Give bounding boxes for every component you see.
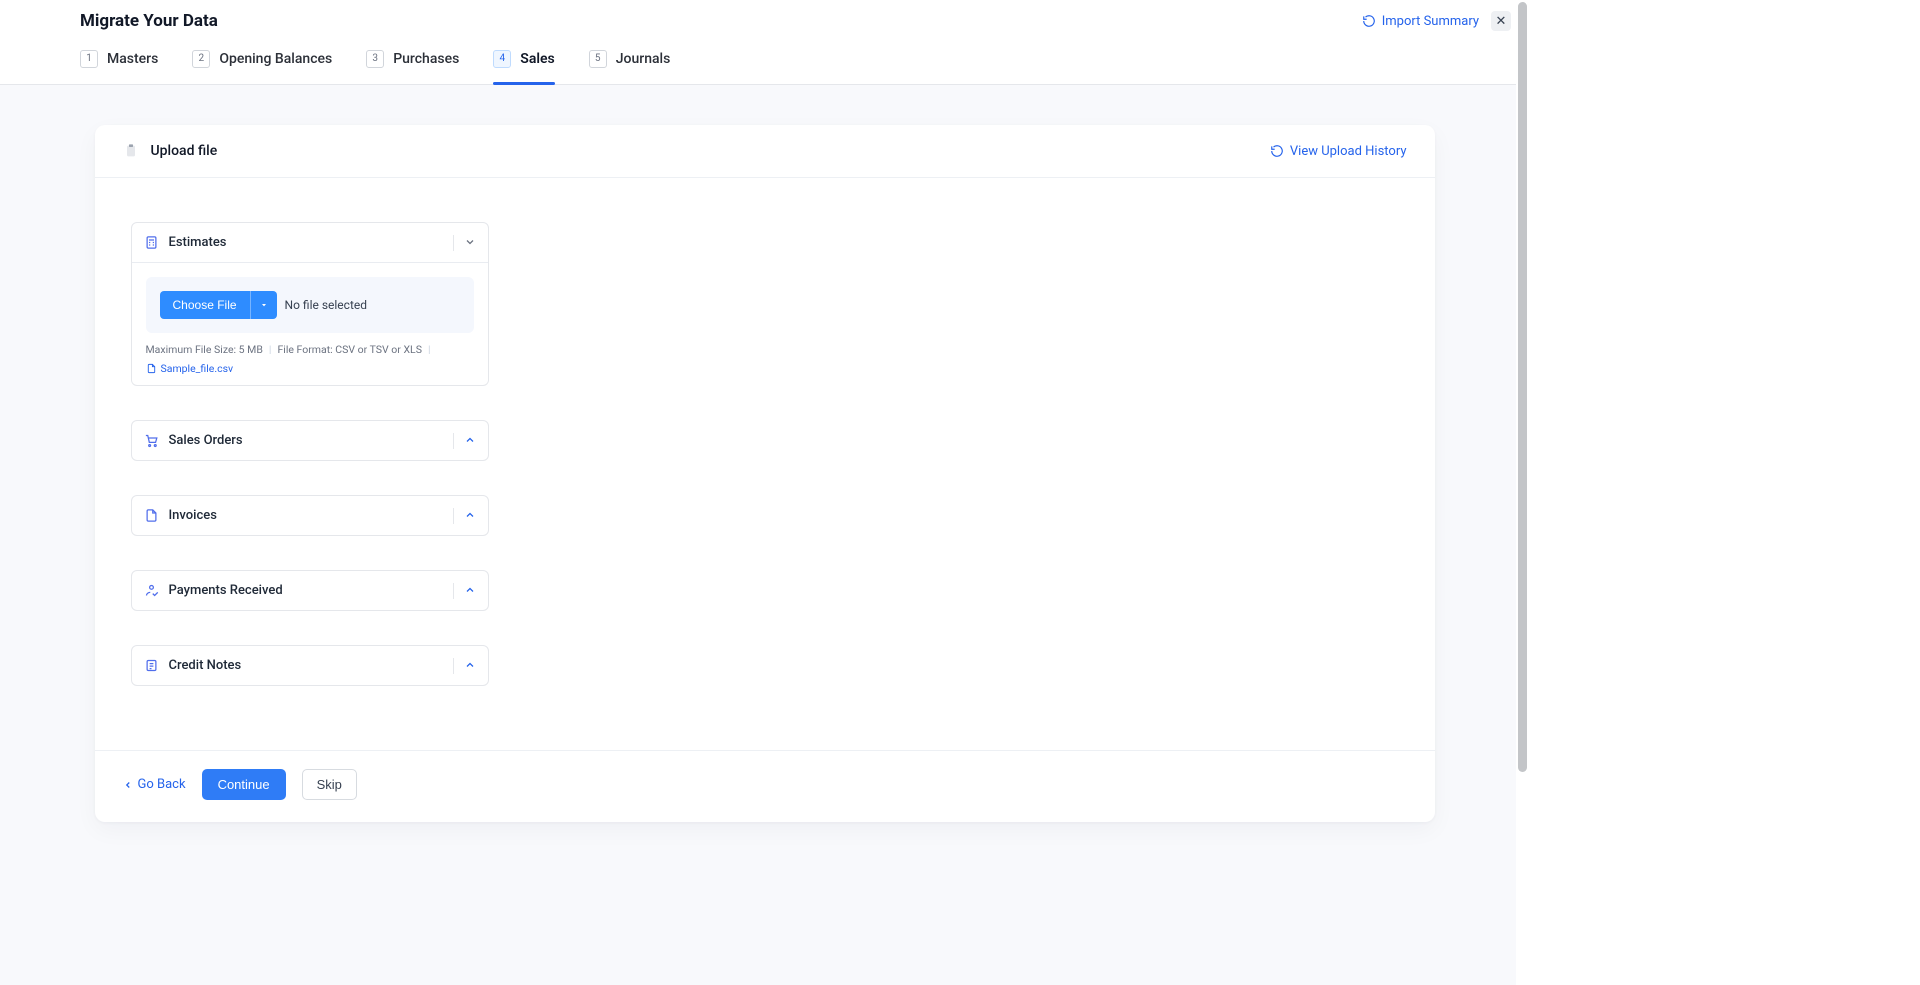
close-icon: ✕ [1496,14,1507,29]
hand-icon [144,583,159,598]
section-title: Sales Orders [169,433,443,448]
tab-number: 5 [589,50,607,68]
chevron-down-icon [464,233,476,252]
divider [453,433,454,449]
file-icon [144,508,159,523]
tab-number: 3 [366,50,384,68]
note-icon [144,658,159,673]
divider [453,508,454,524]
tab-number: 2 [192,50,210,68]
step-tabs: 1 Masters 2 Opening Balances 3 Purchases 4 Sale… [0,34,1529,85]
chevron-up-icon [464,431,476,450]
sample-file-link[interactable]: Sample_file.csv [146,362,234,375]
go-back-button[interactable]: Go Back [123,777,186,792]
tab-number: 1 [80,50,98,68]
section-title: Payments Received [169,583,443,598]
history-icon [1270,144,1284,158]
import-summary-link[interactable]: Import Summary [1358,12,1483,31]
tab-label: Purchases [393,51,459,67]
chevron-up-icon [464,656,476,675]
file-format-label: File Format: CSV or TSV or XLS [277,343,421,356]
tab-label: Sales [520,51,554,67]
skip-button[interactable]: Skip [302,769,357,800]
section-header[interactable]: Sales Orders [132,421,488,460]
vertical-scrollbar[interactable] [1516,0,1529,985]
max-file-size-label: Maximum File Size: 5 MB [146,343,263,356]
tab-purchases[interactable]: 3 Purchases [366,40,459,84]
divider [453,583,454,599]
section-title: Estimates [169,235,443,250]
divider [453,235,454,251]
section-estimates: Estimates Choose File No file selected Maxi… [131,222,489,386]
file-icon [146,363,157,374]
clipboard-icon [123,143,139,159]
divider: | [269,343,272,356]
view-upload-history-link[interactable]: View Upload History [1270,144,1407,159]
upload-title: Upload file [151,143,218,159]
section-invoices: Invoices [131,495,489,536]
tab-opening-balances[interactable]: 2 Opening Balances [192,40,332,84]
tab-label: Opening Balances [219,51,332,67]
section-credit-notes: Credit Notes [131,645,489,686]
calc-icon [144,235,159,250]
section-header[interactable]: Payments Received [132,571,488,610]
section-header[interactable]: Credit Notes [132,646,488,685]
section-sales-orders: Sales Orders [131,420,489,461]
no-file-label: No file selected [285,298,367,312]
tab-masters[interactable]: 1 Masters [80,40,158,84]
continue-button[interactable]: Continue [202,769,286,800]
section-payments-received: Payments Received [131,570,489,611]
divider [453,658,454,674]
scrollbar-thumb[interactable] [1518,2,1527,772]
tab-number: 4 [493,50,511,68]
file-upload-row: Choose File No file selected [146,277,474,333]
import-summary-label: Import Summary [1382,14,1479,29]
section-title: Invoices [169,508,443,523]
close-button[interactable]: ✕ [1491,11,1511,31]
section-body: Choose File No file selected Maximum File … [132,262,488,385]
chevron-up-icon [464,506,476,525]
section-header[interactable]: Estimates [132,223,488,262]
sample-file-label: Sample_file.csv [161,362,234,375]
divider: | [428,343,431,356]
go-back-label: Go Back [138,777,186,792]
tab-journals[interactable]: 5 Journals [589,40,671,84]
caret-down-icon [260,301,268,309]
cart-icon [144,433,159,448]
tab-sales[interactable]: 4 Sales [493,40,554,84]
view-upload-history-label: View Upload History [1290,144,1407,159]
page-title: Migrate Your Data [80,11,218,31]
choose-file-dropdown[interactable] [250,291,277,319]
section-header[interactable]: Invoices [132,496,488,535]
section-title: Credit Notes [169,658,443,673]
tab-label: Masters [107,51,158,67]
choose-file-button[interactable]: Choose File [160,291,250,319]
chevron-up-icon [464,581,476,600]
tab-label: Journals [616,51,671,67]
history-icon [1362,14,1376,28]
chevron-left-icon [123,780,133,790]
